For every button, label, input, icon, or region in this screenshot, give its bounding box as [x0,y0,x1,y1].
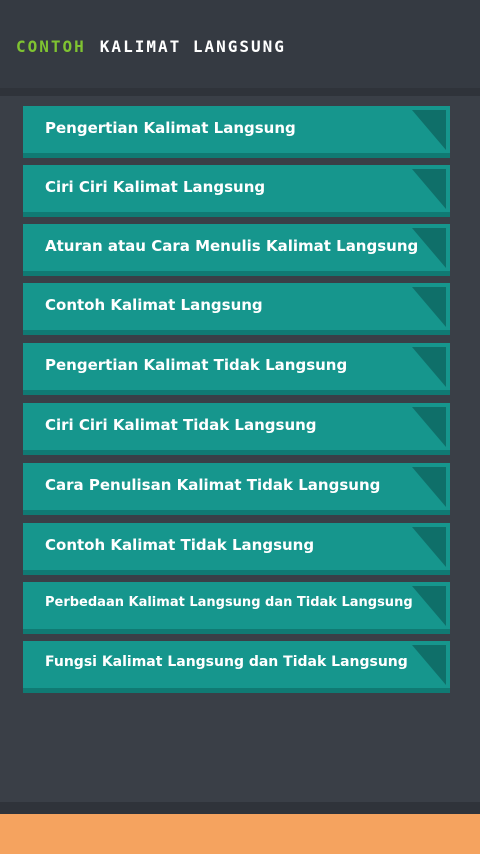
menu-item-label: Fungsi Kalimat Langsung dan Tidak Langsu… [45,654,408,670]
menu-item-cara-penulisan-kalimat-tidak-langsung[interactable]: Cara Penulisan Kalimat Tidak Langsung [23,463,450,515]
menu-item-label: Pengertian Kalimat Langsung [45,119,296,137]
menu-item-pengertian-kalimat-tidak-langsung[interactable]: Pengertian Kalimat Tidak Langsung [23,343,450,395]
corner-fold-icon [412,586,446,626]
corner-fold-icon [412,407,446,447]
header-divider [0,88,480,96]
menu-item-contoh-kalimat-tidak-langsung[interactable]: Contoh Kalimat Tidak Langsung [23,523,450,575]
menu-item-label: Ciri Ciri Kalimat Langsung [45,178,266,196]
corner-fold-icon [412,110,446,150]
app-title-main: KALIMAT LANGSUNG [99,37,286,56]
menu-item-label: Pengertian Kalimat Tidak Langsung [45,356,348,374]
corner-fold-icon [412,467,446,507]
menu-list: Pengertian Kalimat Langsung Ciri Ciri Ka… [23,106,450,700]
footer-divider [0,802,480,814]
app-title-highlight: CONTOH [16,37,86,56]
menu-item-ciri-kalimat-tidak-langsung[interactable]: Ciri Ciri Kalimat Tidak Langsung [23,403,450,455]
corner-fold-icon [412,287,446,327]
app-title: CONTOH KALIMAT LANGSUNG [16,28,476,66]
menu-item-pengertian-kalimat-langsung[interactable]: Pengertian Kalimat Langsung [23,106,450,158]
corner-fold-icon [412,169,446,209]
menu-item-label: Aturan atau Cara Menulis Kalimat Langsun… [45,237,419,255]
menu-item-label: Cara Penulisan Kalimat Tidak Langsung [45,476,381,494]
corner-fold-icon [412,347,446,387]
menu-item-fungsi-kalimat[interactable]: Fungsi Kalimat Langsung dan Tidak Langsu… [23,641,450,693]
menu-item-aturan-menulis-kalimat-langsung[interactable]: Aturan atau Cara Menulis Kalimat Langsun… [23,224,450,276]
corner-fold-icon [412,527,446,567]
menu-item-ciri-kalimat-langsung[interactable]: Ciri Ciri Kalimat Langsung [23,165,450,217]
menu-item-contoh-kalimat-langsung[interactable]: Contoh Kalimat Langsung [23,283,450,335]
menu-item-label: Perbedaan Kalimat Langsung dan Tidak Lan… [45,595,413,610]
menu-item-label: Contoh Kalimat Langsung [45,296,263,314]
menu-item-label: Ciri Ciri Kalimat Tidak Langsung [45,416,317,434]
menu-item-perbedaan-kalimat[interactable]: Perbedaan Kalimat Langsung dan Tidak Lan… [23,582,450,634]
footer-bar [0,814,480,854]
app-header: CONTOH KALIMAT LANGSUNG [0,0,480,88]
corner-fold-icon [412,645,446,685]
menu-item-label: Contoh Kalimat Tidak Langsung [45,536,315,554]
corner-fold-icon [412,228,446,268]
